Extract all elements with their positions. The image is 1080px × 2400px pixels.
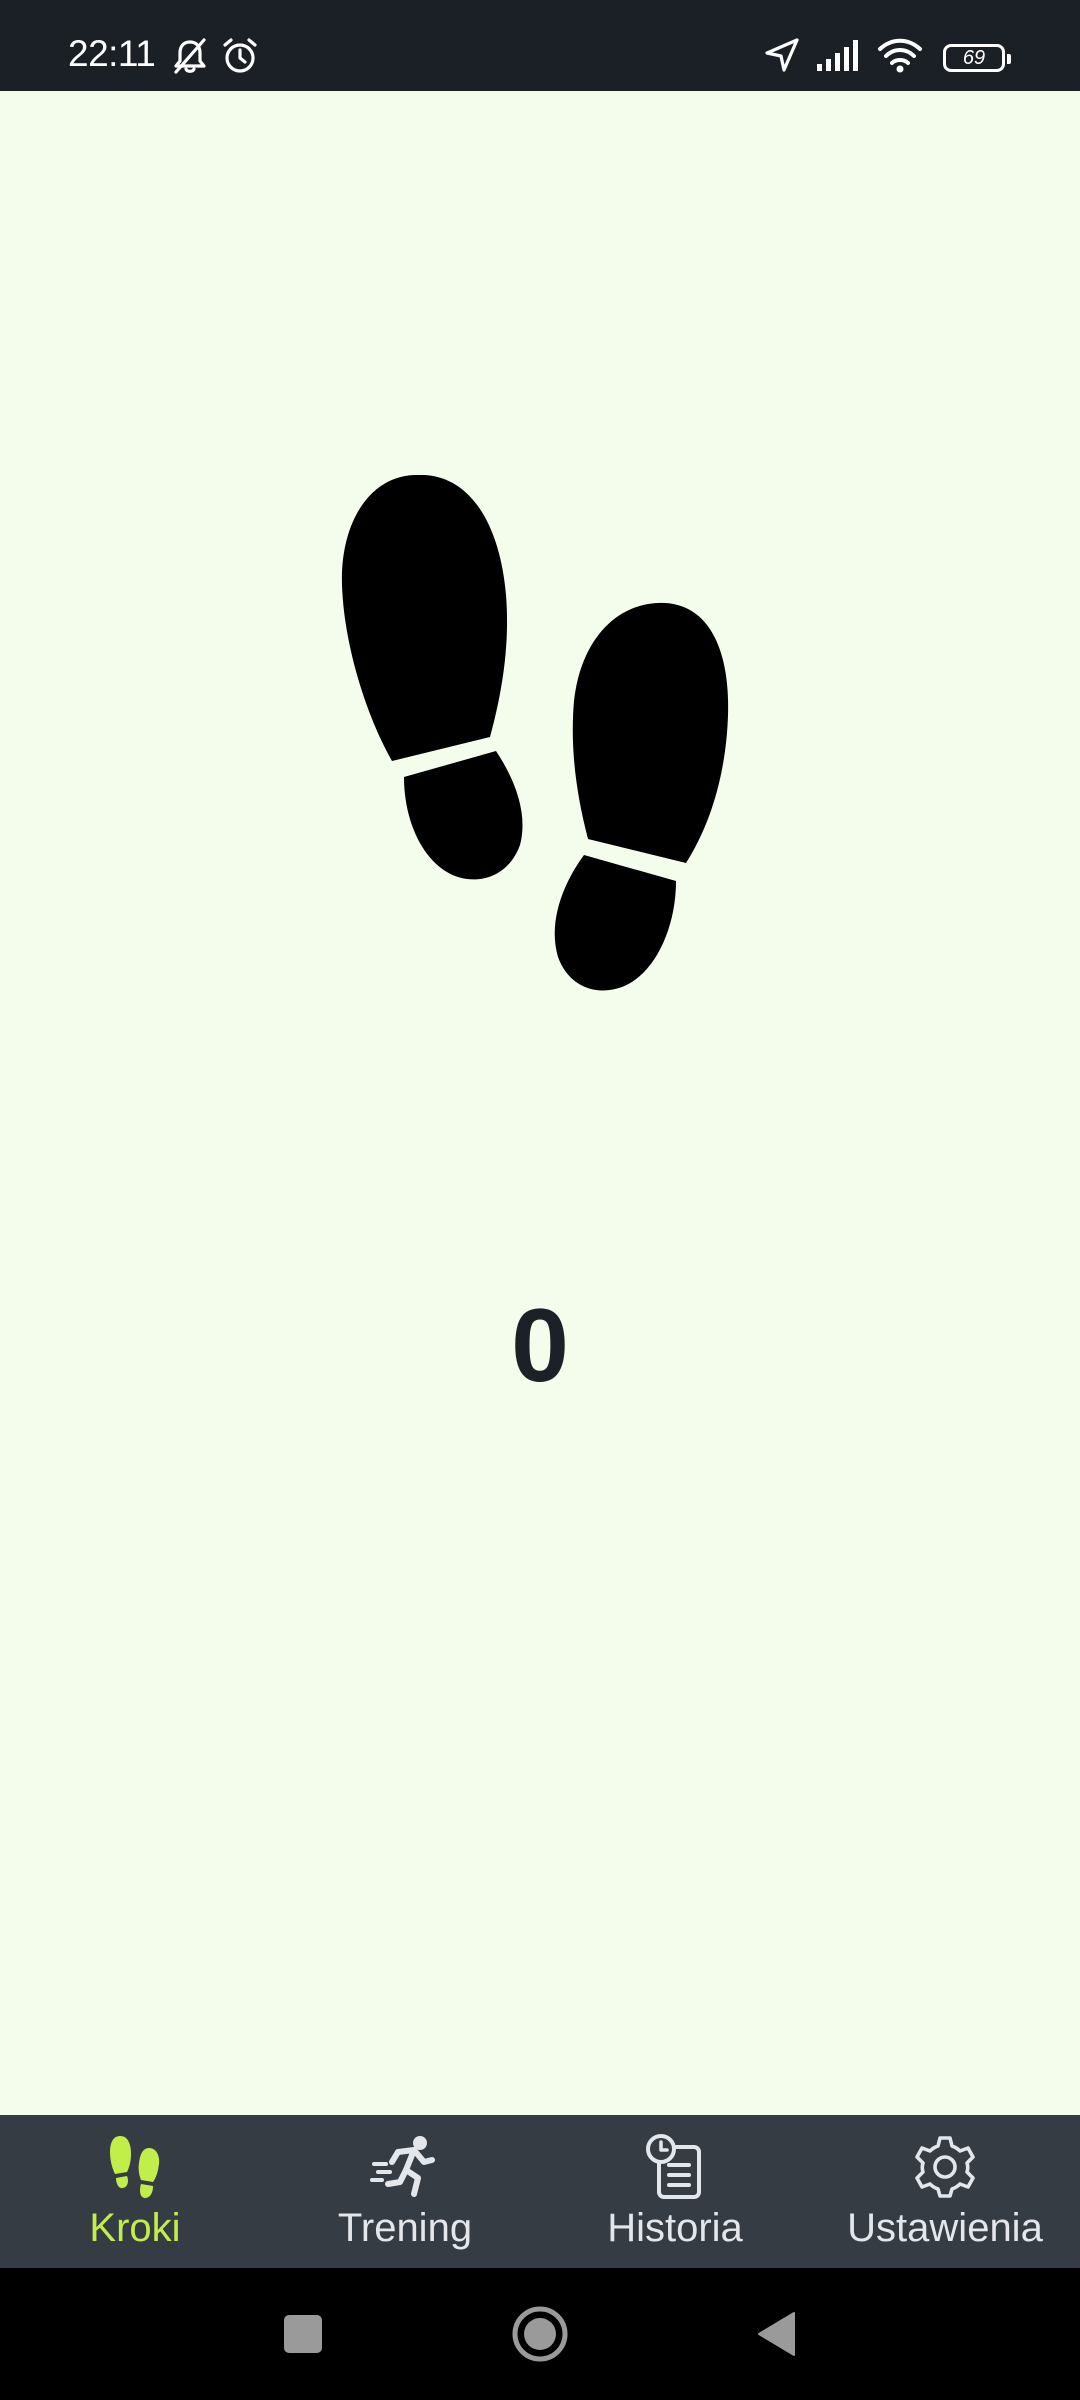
status-time: 22:11 <box>68 33 156 74</box>
nav-item-historia[interactable]: Historia <box>540 2115 810 2268</box>
nav-item-ustawienia[interactable]: Ustawienia <box>810 2115 1080 2268</box>
signal-icon <box>815 38 863 77</box>
status-right-icons: 69 <box>763 36 1011 79</box>
nav-label-ustawienia: Ustawienia <box>847 2206 1043 2250</box>
wifi-icon <box>877 37 923 78</box>
nav-label-kroki: Kroki <box>89 2206 181 2250</box>
bell-off-icon <box>170 36 210 81</box>
system-navigation-bar <box>0 2268 1080 2400</box>
battery-icon: 69 <box>943 43 1011 72</box>
nav-label-historia: Historia <box>607 2206 743 2250</box>
circle-icon <box>512 2306 568 2362</box>
status-left-icons <box>170 36 260 81</box>
footprints-icon <box>330 474 750 1040</box>
history-icon <box>645 2133 705 2201</box>
location-arrow-icon <box>763 36 801 79</box>
nav-item-kroki[interactable]: Kroki <box>0 2115 270 2268</box>
recents-button[interactable] <box>283 2314 323 2359</box>
alarm-icon <box>220 36 260 81</box>
steps-screen: 0 <box>0 91 1080 2115</box>
bottom-navigation: Kroki Trening Historia Ustawienia <box>0 2115 1080 2268</box>
battery-level: 69 <box>962 46 986 69</box>
nav-label-trening: Trening <box>337 2206 473 2250</box>
home-button[interactable] <box>510 2304 570 2369</box>
back-button[interactable] <box>756 2311 796 2362</box>
running-icon <box>370 2133 440 2201</box>
back-triangle-icon <box>758 2312 795 2356</box>
square-icon <box>284 2315 322 2353</box>
footprints-icon <box>108 2133 162 2201</box>
gear-icon <box>912 2133 978 2201</box>
step-count: 0 <box>511 1288 569 1404</box>
nav-item-trening[interactable]: Trening <box>270 2115 540 2268</box>
status-bar: 22:11 69 <box>0 0 1080 91</box>
